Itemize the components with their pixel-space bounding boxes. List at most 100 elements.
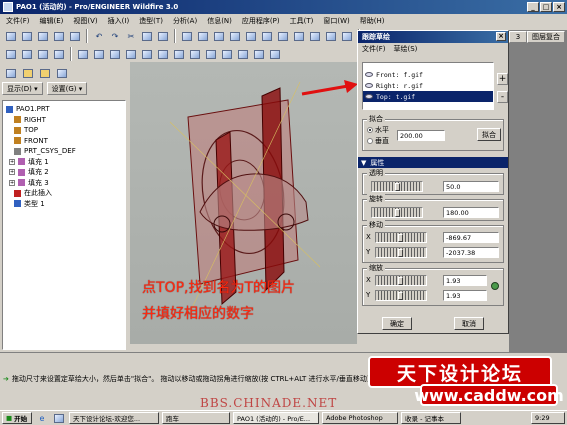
- move-y-slider[interactable]: [375, 247, 427, 258]
- quick-launch-desktop-icon[interactable]: [52, 411, 66, 425]
- radio-icon[interactable]: [367, 127, 373, 133]
- dialog-close-button[interactable]: ×: [496, 32, 506, 41]
- close-button[interactable]: ×: [553, 2, 565, 12]
- taskbar-item-photoshop[interactable]: Adobe Photoshop: [322, 412, 398, 424]
- no-hidden-icon[interactable]: [36, 47, 50, 61]
- dialog-menu-file[interactable]: 文件(F): [362, 44, 386, 54]
- transparency-slider[interactable]: [371, 181, 423, 192]
- regenerate-icon[interactable]: [180, 29, 194, 43]
- image-list-item-front[interactable]: Front: f.gif: [363, 69, 493, 80]
- menu-view[interactable]: 视图(V): [71, 16, 99, 26]
- layers-icon[interactable]: [324, 29, 338, 43]
- merge-icon[interactable]: [252, 47, 266, 61]
- menu-analysis[interactable]: 分析(A): [171, 16, 199, 26]
- sketch-icon[interactable]: [76, 47, 90, 61]
- menu-info[interactable]: 信息(N): [205, 16, 234, 26]
- move-x-slider[interactable]: [375, 232, 427, 243]
- image-list-item-right[interactable]: Right: r.gif: [363, 80, 493, 91]
- move-y-field[interactable]: -2037.38: [443, 247, 499, 258]
- layer-composite-tab[interactable]: 图层复合: [527, 31, 565, 43]
- transparency-field[interactable]: 50.0: [443, 181, 499, 192]
- view-manager-icon[interactable]: [340, 29, 354, 43]
- folder-browser-tab-icon[interactable]: [21, 66, 35, 80]
- tree-item[interactable]: RIGHT: [6, 115, 122, 126]
- move-x-field[interactable]: -869.67: [443, 232, 499, 243]
- tree-item[interactable]: FRONT: [6, 136, 122, 147]
- repaint-icon[interactable]: [228, 29, 242, 43]
- sweep-icon[interactable]: [124, 47, 138, 61]
- image-list-item-top[interactable]: Top: t.gif: [363, 91, 493, 102]
- find-icon[interactable]: [196, 29, 210, 43]
- slider-thumb[interactable]: [398, 277, 403, 285]
- hidden-line-icon[interactable]: [20, 47, 34, 61]
- menu-applications[interactable]: 应用程序(P): [240, 16, 282, 26]
- new-file-icon[interactable]: [4, 29, 18, 43]
- model-tree-tab-icon[interactable]: [4, 66, 18, 80]
- menu-insert[interactable]: 插入(I): [106, 16, 132, 26]
- style-feature-icon[interactable]: [156, 47, 170, 61]
- quick-launch-ie-icon[interactable]: e: [35, 411, 49, 425]
- tree-item[interactable]: TOP: [6, 125, 122, 136]
- horizontal-radio[interactable]: 水平: [367, 125, 389, 135]
- redo-icon[interactable]: ↷: [108, 29, 122, 43]
- start-button[interactable]: ■ 开始: [2, 412, 32, 424]
- dialog-menu-sketch[interactable]: 草绘(S): [394, 44, 418, 54]
- properties-header[interactable]: ▼ 属性: [358, 157, 508, 168]
- tree-item[interactable]: + 填充 3: [6, 178, 122, 189]
- radio-icon[interactable]: [367, 138, 373, 144]
- email-icon[interactable]: [68, 29, 82, 43]
- taskbar-item-forum[interactable]: 天下设计论坛-欢迎您...: [69, 412, 159, 424]
- trim-icon[interactable]: [268, 47, 282, 61]
- taskbar-item-proe[interactable]: PAO1 (活动的) - Pro/E...: [233, 412, 319, 424]
- scale-y-slider[interactable]: [375, 290, 427, 301]
- eye-icon[interactable]: [365, 94, 373, 99]
- scale-x-slider[interactable]: [375, 275, 427, 286]
- display-dropdown[interactable]: 显示(D) ▾: [2, 82, 43, 95]
- vertical-radio[interactable]: 垂直: [367, 136, 389, 146]
- rotation-slider[interactable]: [371, 207, 423, 218]
- fit-button[interactable]: 拟合: [477, 128, 501, 141]
- maximize-button[interactable]: □: [540, 2, 552, 12]
- menu-file[interactable]: 文件(F): [4, 16, 32, 26]
- tree-item[interactable]: + 填充 2: [6, 167, 122, 178]
- cut-icon[interactable]: ✂: [124, 29, 138, 43]
- reorient-icon[interactable]: [292, 29, 306, 43]
- menu-help[interactable]: 帮助(H): [358, 16, 387, 26]
- paste-icon[interactable]: [156, 29, 170, 43]
- menu-edit[interactable]: 编辑(E): [38, 16, 66, 26]
- scale-y-field[interactable]: 1.93: [443, 290, 487, 301]
- saved-views-icon[interactable]: [308, 29, 322, 43]
- zoom-in-icon[interactable]: [244, 29, 258, 43]
- lock-ratio-icon[interactable]: [491, 282, 499, 290]
- mirror-icon[interactable]: [236, 47, 250, 61]
- cancel-button[interactable]: 取消: [454, 317, 484, 330]
- slider-thumb[interactable]: [395, 209, 400, 217]
- tree-item[interactable]: PRT_CSYS_DEF: [6, 146, 122, 157]
- taskbar-item-sportscar[interactable]: 跑车: [162, 412, 230, 424]
- expand-icon[interactable]: +: [9, 158, 15, 165]
- copy-icon[interactable]: [140, 29, 154, 43]
- print-icon[interactable]: [52, 29, 66, 43]
- tree-item[interactable]: PAO1.PRT: [6, 104, 122, 115]
- undo-icon[interactable]: ↶: [92, 29, 106, 43]
- variable-section-sweep-icon[interactable]: [188, 47, 202, 61]
- wireframe-icon[interactable]: [4, 47, 18, 61]
- save-icon[interactable]: [36, 29, 50, 43]
- expand-icon[interactable]: +: [9, 169, 15, 176]
- layer-tab[interactable]: 3: [509, 31, 527, 43]
- expand-icon[interactable]: +: [9, 179, 15, 186]
- minimize-button[interactable]: _: [527, 2, 539, 12]
- tree-item[interactable]: 类型 1: [6, 199, 122, 210]
- menu-style[interactable]: 造型(T): [137, 16, 165, 26]
- rotation-field[interactable]: 180.00: [443, 207, 499, 218]
- ok-button[interactable]: 确定: [382, 317, 412, 330]
- fit-value-field[interactable]: 200.00: [397, 130, 445, 141]
- taskbar-item-notepad[interactable]: 收录 - 记事本: [401, 412, 461, 424]
- add-image-button[interactable]: +: [497, 73, 508, 85]
- eye-icon[interactable]: [365, 72, 373, 77]
- slider-thumb[interactable]: [398, 234, 403, 242]
- settings-dropdown[interactable]: 设置(G) ▾: [46, 82, 88, 95]
- slider-thumb[interactable]: [395, 183, 400, 191]
- chamfer-icon[interactable]: [220, 47, 234, 61]
- slider-thumb[interactable]: [398, 292, 403, 300]
